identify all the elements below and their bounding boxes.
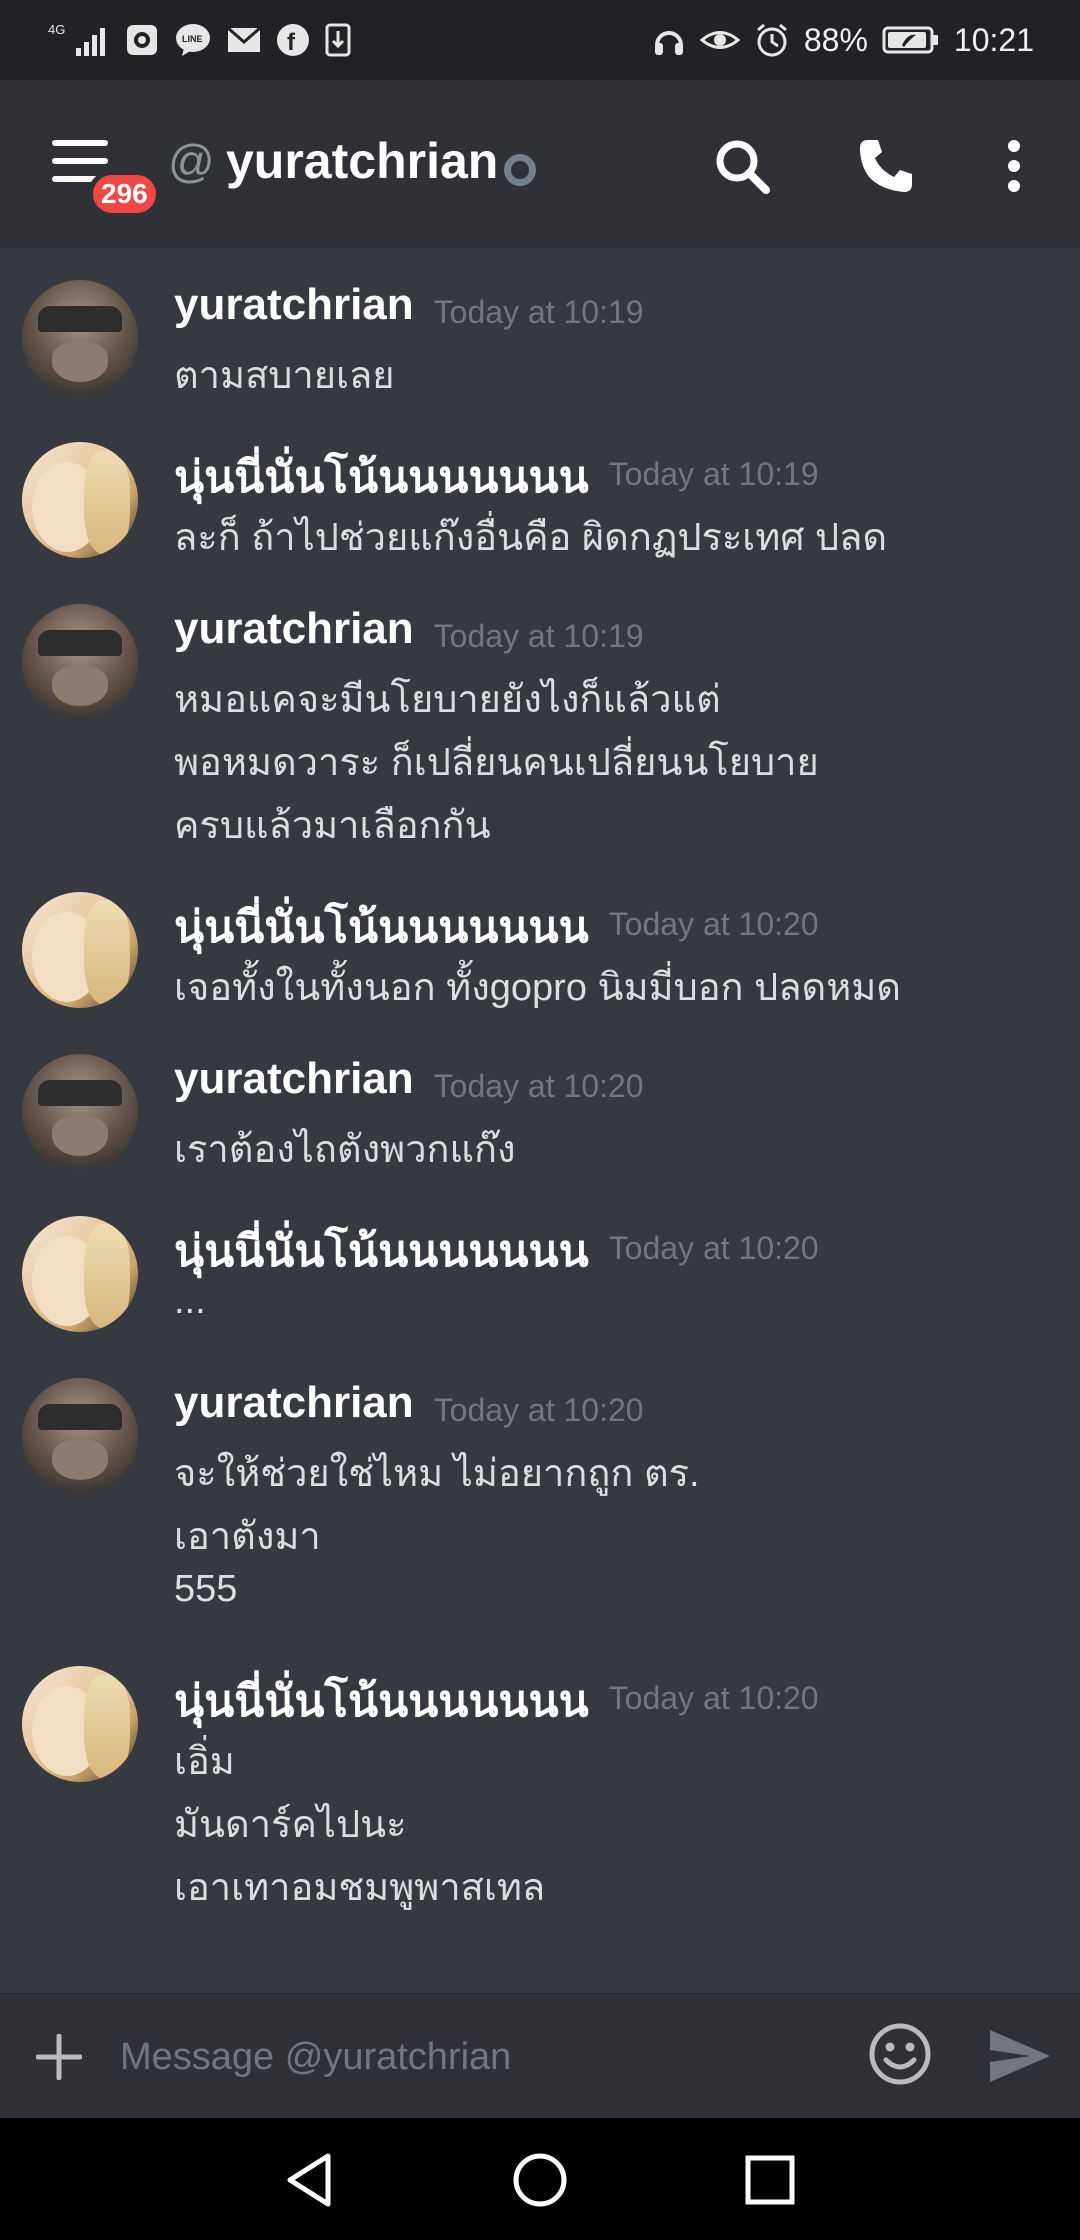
avatar[interactable] (22, 892, 138, 1008)
message-text: เราต้องไถตังพวกแก๊ง (174, 1129, 516, 1171)
send-icon[interactable] (986, 2024, 1054, 2088)
presence-offline-icon (504, 154, 536, 186)
message-timestamp: Today at 10:20 (608, 906, 819, 942)
message-timestamp: Today at 10:19 (433, 618, 644, 654)
more-vertical-icon[interactable] (996, 136, 1036, 196)
status-bar-left: 4G LINE f (46, 20, 352, 60)
search-icon[interactable] (712, 136, 772, 196)
clock: 10:21 (953, 21, 1034, 58)
message-timestamp: Today at 10:20 (608, 1680, 819, 1716)
camera-icon (124, 22, 160, 58)
recents-icon[interactable] (738, 2148, 802, 2212)
phone-icon[interactable] (856, 136, 916, 196)
network-type: 4G (48, 22, 65, 37)
message-text: 555 (174, 1568, 238, 1610)
back-icon[interactable] (278, 2148, 342, 2212)
svg-text:LINE: LINE (182, 34, 203, 44)
message-timestamp: Today at 10:20 (433, 1068, 644, 1104)
headphones-icon (652, 23, 686, 57)
eye-icon (699, 25, 740, 55)
message-text: ครบแล้วมาเลือกกัน (174, 805, 491, 847)
system-nav-bar (0, 2118, 1080, 2240)
avatar[interactable] (22, 1216, 138, 1332)
message-timestamp: Today at 10:20 (608, 1230, 819, 1266)
message-text: ... (174, 1280, 206, 1322)
line-icon: LINE (174, 22, 212, 58)
unread-badge: 296 (88, 170, 161, 218)
battery-percent: 88% (803, 21, 868, 58)
message-author[interactable]: yuratchrian (174, 1054, 414, 1104)
message-timestamp: Today at 10:19 (433, 294, 644, 330)
message-text: มันดาร์คไปนะ (174, 1804, 407, 1846)
channel-header: 296 @ yuratchrian (0, 80, 1080, 248)
battery-icon (882, 25, 940, 55)
signal-icon: 4G (46, 20, 110, 60)
message-composer (0, 1993, 1080, 2118)
message-text: เจอทั้งในทั้งนอก ทั้งgopro นิมมี่บอก ปลด… (174, 967, 901, 1009)
message-text: ตามสบายเลย (174, 355, 395, 397)
avatar[interactable] (22, 1054, 138, 1170)
mail-icon (226, 25, 262, 55)
message-author[interactable]: นุ่นนี่นั่นโน้นนนนนนน (174, 892, 589, 962)
message-author[interactable]: นุ่นนี่นั่นโน้นนนนนนน (174, 1216, 589, 1286)
channel-title: yuratchrian (226, 133, 499, 189)
svg-text:f: f (287, 29, 296, 56)
avatar[interactable] (22, 280, 138, 396)
avatar[interactable] (22, 442, 138, 558)
message-author[interactable]: นุ่นนี่นั่นโน้นนนนนนน (174, 1666, 589, 1736)
message-author[interactable]: yuratchrian (174, 280, 414, 330)
message-timestamp: Today at 10:19 (608, 456, 819, 492)
avatar[interactable] (22, 604, 138, 720)
message-author[interactable]: yuratchrian (174, 604, 414, 654)
app-root: 4G LINE f 88% 10:21 296 @ yuratchrian yu… (0, 0, 1080, 2240)
message-text: เอาตังมา (174, 1516, 321, 1558)
avatar[interactable] (22, 1378, 138, 1494)
message-author[interactable]: นุ่นนี่นั่นโน้นนนนนนน (174, 442, 589, 512)
message-text: เอิ่ม (174, 1741, 235, 1783)
message-text: พอหมดวาระ ก็เปลี่ยนคนเปลี่ยนนโยบาย (174, 742, 819, 784)
alarm-icon (754, 22, 790, 58)
download-icon (324, 22, 352, 58)
emoji-icon[interactable] (868, 2022, 932, 2086)
message-list: yuratchrian Today at 10:19 ตามสบายเลย นุ… (0, 248, 1080, 1993)
avatar[interactable] (22, 1666, 138, 1782)
message-text: หมอแคจะมีนโยบายยังไงก็แล้วแต่ (174, 679, 721, 721)
home-icon[interactable] (508, 2148, 572, 2212)
message-text: จะให้ช่วยใช่ไหม ไม่อยากถูก ตร. (174, 1453, 700, 1495)
dm-at-icon: @ (168, 135, 215, 187)
message-author[interactable]: yuratchrian (174, 1378, 414, 1428)
message-text: ละก็ ถ้าไปช่วยแก๊งอื่นคือ ผิดกฏประเทศ ปล… (174, 517, 888, 559)
status-bar-right: 88% 10:21 (652, 22, 1034, 59)
status-bar: 4G LINE f 88% 10:21 (0, 0, 1080, 80)
message-input[interactable] (120, 2018, 840, 2096)
facebook-icon: f (276, 23, 310, 57)
message-text: เอาเทาอมชมพูพาสเทล (174, 1867, 546, 1909)
plus-icon[interactable] (35, 2033, 83, 2081)
message-timestamp: Today at 10:20 (433, 1392, 644, 1428)
